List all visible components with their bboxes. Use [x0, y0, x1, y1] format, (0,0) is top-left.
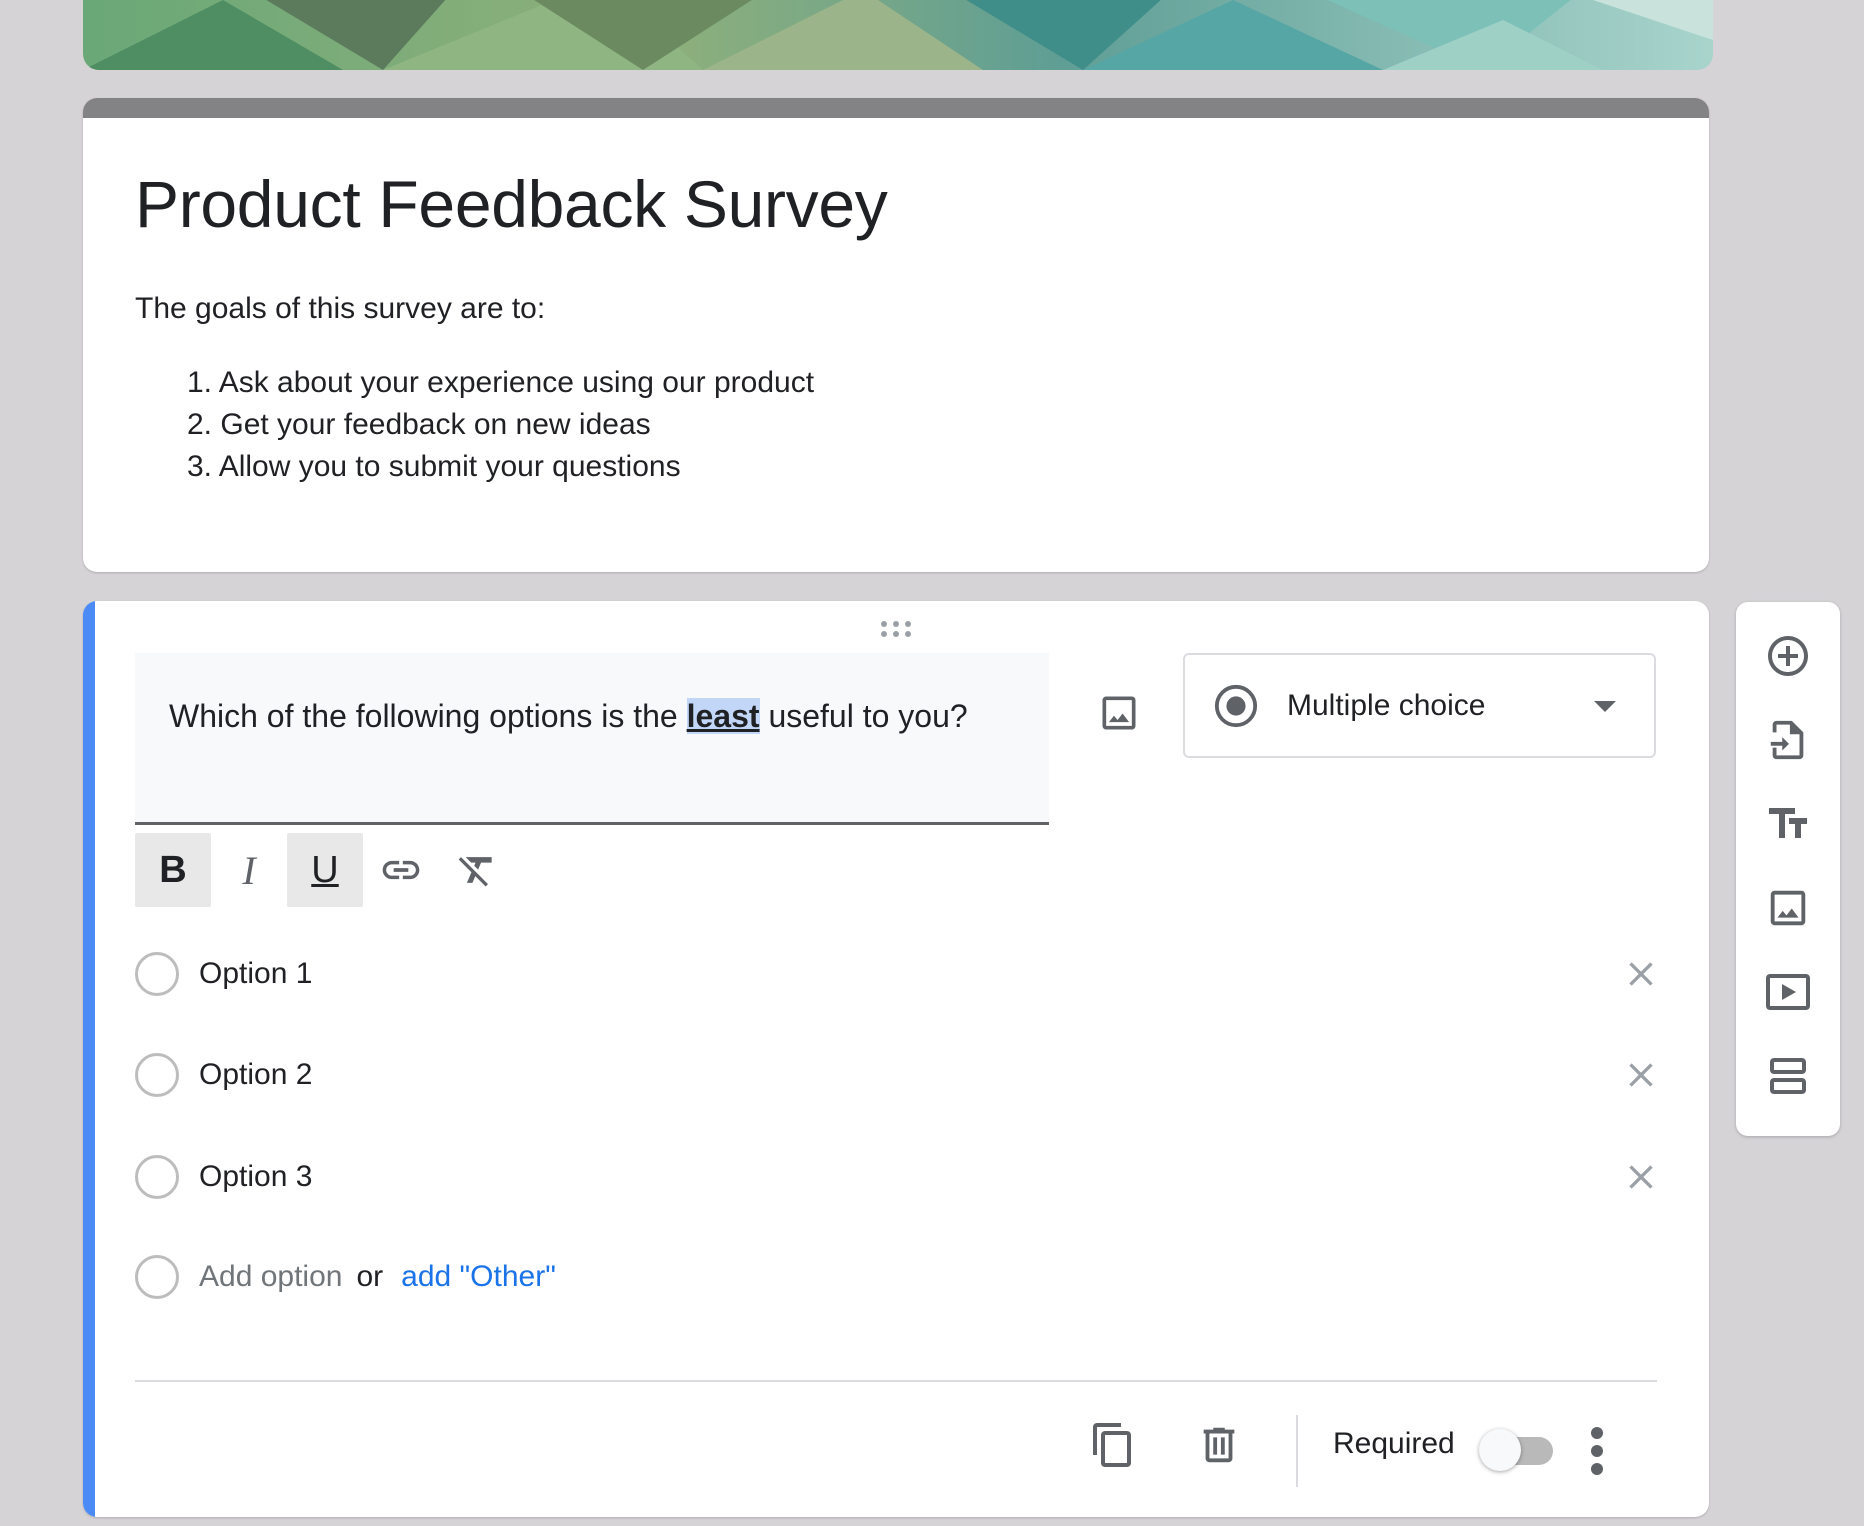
italic-icon: I: [242, 847, 256, 893]
add-section-button[interactable]: [1758, 1046, 1818, 1106]
question-title-input[interactable]: Which of the following options is the le…: [135, 653, 1049, 825]
floating-toolbar: [1736, 602, 1840, 1136]
insert-link-button[interactable]: [363, 833, 439, 907]
form-title-card[interactable]: Product Feedback Survey The goals of thi…: [83, 98, 1709, 572]
add-video-icon: [1766, 974, 1810, 1010]
option-label[interactable]: Option 1: [199, 957, 312, 991]
option-label[interactable]: Option 3: [199, 1160, 312, 1194]
chevron-down-icon: [1594, 701, 1616, 712]
header-banner-image: [83, 0, 1713, 70]
add-title-button[interactable]: [1758, 794, 1818, 854]
question-type-label: Multiple choice: [1287, 688, 1486, 722]
bold-button[interactable]: B: [135, 833, 211, 907]
option-label[interactable]: Option 2: [199, 1058, 312, 1092]
form-title[interactable]: Product Feedback Survey: [135, 166, 888, 242]
question-card[interactable]: Which of the following options is the le…: [83, 601, 1709, 1517]
add-option-input[interactable]: Add option: [199, 1260, 342, 1294]
italic-button[interactable]: I: [211, 833, 287, 907]
remove-option-icon[interactable]: [1621, 954, 1661, 994]
option-radio: [135, 1255, 179, 1299]
more-options-icon[interactable]: [1583, 1423, 1611, 1479]
form-goals-list[interactable]: 1. Ask about your experience using our p…: [187, 362, 814, 488]
delete-icon: [1203, 1427, 1235, 1463]
underline-button[interactable]: U: [287, 833, 363, 907]
option-row[interactable]: Option 2: [135, 1045, 1653, 1105]
or-text: or: [356, 1260, 384, 1293]
add-other-link[interactable]: add "Other": [401, 1260, 556, 1294]
option-radio: [135, 1053, 179, 1097]
text-formatting-toolbar: B I U: [135, 833, 515, 907]
radio-button-checked-icon: [1214, 684, 1258, 727]
question-text-selected: least: [686, 698, 760, 734]
add-image-icon: [1770, 890, 1806, 926]
underline-icon: U: [311, 848, 339, 891]
add-option-row: Add option or add "Other": [135, 1247, 1635, 1307]
remove-option-icon[interactable]: [1621, 1055, 1661, 1095]
footer-divider: [135, 1380, 1657, 1382]
import-questions-button[interactable]: [1758, 710, 1818, 770]
add-image-side-button[interactable]: [1758, 878, 1818, 938]
question-type-dropdown[interactable]: Multiple choice: [1183, 653, 1656, 758]
option-row[interactable]: Option 3: [135, 1147, 1653, 1207]
duplicate-icon: [1093, 1423, 1131, 1467]
active-card-accent: [83, 601, 95, 1517]
image-icon: [1102, 696, 1136, 730]
option-radio: [135, 952, 179, 996]
delete-button[interactable]: [1191, 1417, 1247, 1473]
question-text-part: Which of the following options is the: [169, 698, 687, 734]
question-title-text[interactable]: Which of the following options is the le…: [169, 691, 969, 741]
required-label: Required: [1333, 1427, 1455, 1460]
option-radio: [135, 1155, 179, 1199]
required-toggle[interactable]: [1479, 1429, 1557, 1471]
option-row[interactable]: Option 1: [135, 944, 1653, 1004]
add-title-icon: [1769, 808, 1807, 838]
add-image-button[interactable]: [1089, 683, 1149, 743]
add-question-icon: [1768, 636, 1808, 676]
footer-separator: [1296, 1415, 1298, 1487]
import-questions-icon: [1770, 720, 1804, 760]
goal-item: 2. Get your feedback on new ideas: [187, 408, 651, 441]
goal-item: 3. Allow you to submit your questions: [187, 450, 681, 483]
clear-formatting-button[interactable]: [439, 833, 515, 907]
add-video-button[interactable]: [1758, 962, 1818, 1022]
remove-option-icon[interactable]: [1621, 1157, 1661, 1197]
duplicate-button[interactable]: [1085, 1417, 1141, 1473]
bold-icon: B: [159, 848, 187, 891]
goal-item: 1. Ask about your experience using our p…: [187, 366, 815, 399]
link-icon: [382, 860, 420, 880]
drag-handle-icon[interactable]: [878, 619, 914, 639]
form-description[interactable]: The goals of this survey are to:: [135, 292, 545, 326]
question-text-part: useful to you?: [759, 698, 968, 734]
clear-formatting-icon: [458, 857, 492, 887]
toggle-knob: [1479, 1429, 1521, 1471]
add-section-icon: [1770, 1058, 1806, 1094]
title-card-top-bar: [83, 98, 1709, 118]
add-question-button[interactable]: [1758, 626, 1818, 686]
